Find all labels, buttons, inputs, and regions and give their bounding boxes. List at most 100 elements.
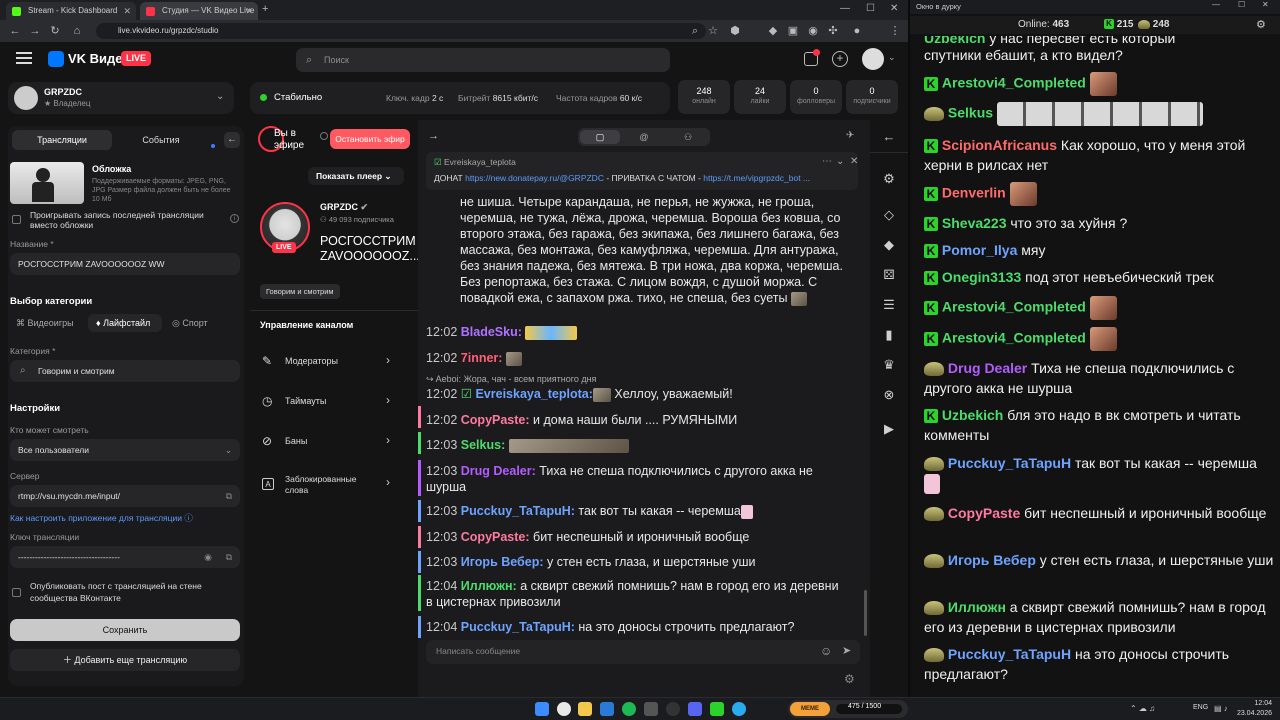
tab-events[interactable]: События [116,130,206,150]
tab-vk-studio[interactable]: Студия — VK Видео Live ✕ [140,2,258,20]
collapse-left-icon[interactable]: ← [224,132,240,148]
category-tag[interactable]: Говорим и смотрим [260,284,340,299]
minimize-icon[interactable]: — [1212,0,1220,9]
users-icon[interactable]: ⚇ [668,130,708,144]
dice-icon[interactable]: ⚄ [880,266,898,284]
file-explorer-icon[interactable] [578,702,592,716]
telegram-icon[interactable] [732,702,746,716]
cat-tab-sport[interactable]: ◎ Спорт [172,318,208,329]
who-can-watch-select[interactable]: Все пользователи ⌄ [10,439,240,461]
blocked-words-item[interactable]: A Заблокированные слова › [250,464,400,504]
extension-icon[interactable]: ◉ [806,24,820,38]
zoom-icon[interactable]: ⌕ [688,24,702,38]
message-user[interactable]: Selkus: [461,438,505,452]
gem-icon[interactable]: ◆ [880,236,898,254]
bookmark-star-icon[interactable]: ☆ [706,24,720,38]
message-user[interactable]: Игорь Вебер: [461,555,544,569]
message-user[interactable]: CopyPaste: [461,530,530,544]
back-arrow-icon[interactable]: ← [880,128,898,146]
meme-party-widget[interactable]: MEME 475 / 1500 [788,700,908,718]
app-icon[interactable] [710,702,724,716]
list-icon[interactable]: ☰ [880,296,898,314]
cover-thumbnail[interactable] [10,162,84,204]
reload-icon[interactable]: ↻ [48,24,62,38]
trophy-icon[interactable]: ♛ [880,356,898,374]
popout-arrow-icon[interactable]: → [428,130,439,142]
moderators-item[interactable]: ✎ Модераторы › [250,342,400,382]
chat-bubble-icon[interactable]: ▢ [580,130,620,144]
pin-icon[interactable]: ✈ [846,130,854,141]
bans-item[interactable]: ⊘ Баны › [250,422,400,462]
message-user[interactable]: 7inner: [461,351,503,365]
info-icon[interactable]: i [230,214,239,223]
cat-tab-lifestyle[interactable]: ♦ Лайфстайл [88,314,162,332]
message-user[interactable]: Pucckuy_TaTapuH: [461,620,575,634]
minimize-icon[interactable]: — [840,3,850,14]
category-field[interactable]: ⌕ Говорим и смотрим [10,360,240,382]
tab-streams[interactable]: Трансляции [12,130,112,150]
extension-icon[interactable]: ⬢ [728,24,742,38]
mention-icon[interactable]: @ [624,130,664,144]
window-close-icon[interactable]: ✕ [1262,0,1269,9]
message-user[interactable]: BladeSku: [461,325,522,339]
donate-link[interactable]: https://new.donatepay.ru/@GRPZDC [465,173,604,183]
vk-video-logo-icon[interactable] [48,51,64,67]
new-tab-icon[interactable]: + [262,3,268,15]
replay-checkbox[interactable] [12,215,21,224]
tray-icons[interactable]: ⌃ ☁ ♫ [1130,704,1155,713]
message-user[interactable]: Evreiskaya_teplota: [475,387,592,401]
forward-icon[interactable]: → [28,24,42,38]
cat-tab-games[interactable]: ⌘ Видеоигры [16,318,74,329]
copy-icon[interactable]: ⧉ [226,546,232,568]
chat-scrollbar[interactable] [864,590,867,636]
settings-gear-icon[interactable]: ⚙ [1256,18,1266,31]
add-icon[interactable]: + [832,51,848,67]
settings-gear-icon[interactable]: ⚙ [880,170,898,188]
steam-icon[interactable] [600,702,614,716]
clock[interactable]: 12:04 23.04.2026 [1236,699,1272,719]
window-close-icon[interactable]: ✕ [890,3,898,14]
collapse-icon[interactable]: ⌄ [836,156,844,167]
video-icon[interactable]: ▶ [880,420,898,438]
send-icon[interactable]: ➤ [842,644,851,657]
eye-icon[interactable]: ◉ [204,546,212,568]
message-user[interactable]: CopyPaste: [461,413,530,427]
diamond-icon[interactable]: ◇ [880,206,898,224]
network-volume-icons[interactable]: ▤ ♪ [1214,704,1228,713]
avatar[interactable] [862,48,884,70]
discord-icon[interactable] [688,702,702,716]
windows-start-icon[interactable] [535,702,549,716]
more-icon[interactable]: ⋯ [822,156,832,167]
publish-checkbox[interactable] [12,588,21,597]
show-player-button[interactable]: Показать плеер ⌄ [308,167,404,185]
message-user[interactable]: Иллюжн: [461,579,517,593]
app-icon[interactable] [666,702,680,716]
add-stream-button[interactable]: ＋ Добавить еще трансляцию [10,649,240,671]
channel-selector[interactable]: GRPZDC ★ Владелец ⌄ [8,82,234,114]
message-user[interactable]: Pucckuy_TaTapuH: [461,504,575,518]
kebab-menu-icon[interactable]: ⋮ [888,24,902,38]
block-icon[interactable]: ⊗ [880,386,898,404]
stream-key-field[interactable]: ------------------------------------ ◉ ⧉ [10,546,240,568]
telegram-link[interactable]: https://t.me/vipgrpzdc_bot ... [703,173,810,183]
extension-icon[interactable]: ◆ [766,24,780,38]
howto-link[interactable]: Как настроить приложение для трансляции … [10,512,193,524]
settings-gear-icon[interactable]: ⚙ [844,672,855,686]
profile-icon[interactable]: ● [850,24,864,38]
copy-icon[interactable]: ⧉ [226,485,232,507]
stop-stream-button[interactable]: Остановить эфир [330,129,410,149]
back-icon[interactable]: ← [8,24,22,38]
close-icon[interactable]: ✕ [123,2,131,20]
close-icon[interactable]: ✕ [245,2,253,20]
url-field[interactable]: live.vkvideo.ru/grpzdc/studio [96,23,706,39]
obs-icon[interactable] [644,702,658,716]
emoji-icon[interactable]: ☺ [820,644,832,658]
chat-input[interactable]: Написать сообщение ☺ ➤ [426,640,860,664]
home-icon[interactable]: ⌂ [70,24,84,38]
message-user[interactable]: Drug Dealer: [461,464,536,478]
search-input[interactable]: ⌕ Поиск [296,48,670,72]
maximize-icon[interactable]: ☐ [866,3,875,14]
save-button[interactable]: Сохранить [10,619,240,641]
timeouts-item[interactable]: ◷ Таймауты › [250,382,400,422]
stats-icon[interactable]: ▮ [880,326,898,344]
